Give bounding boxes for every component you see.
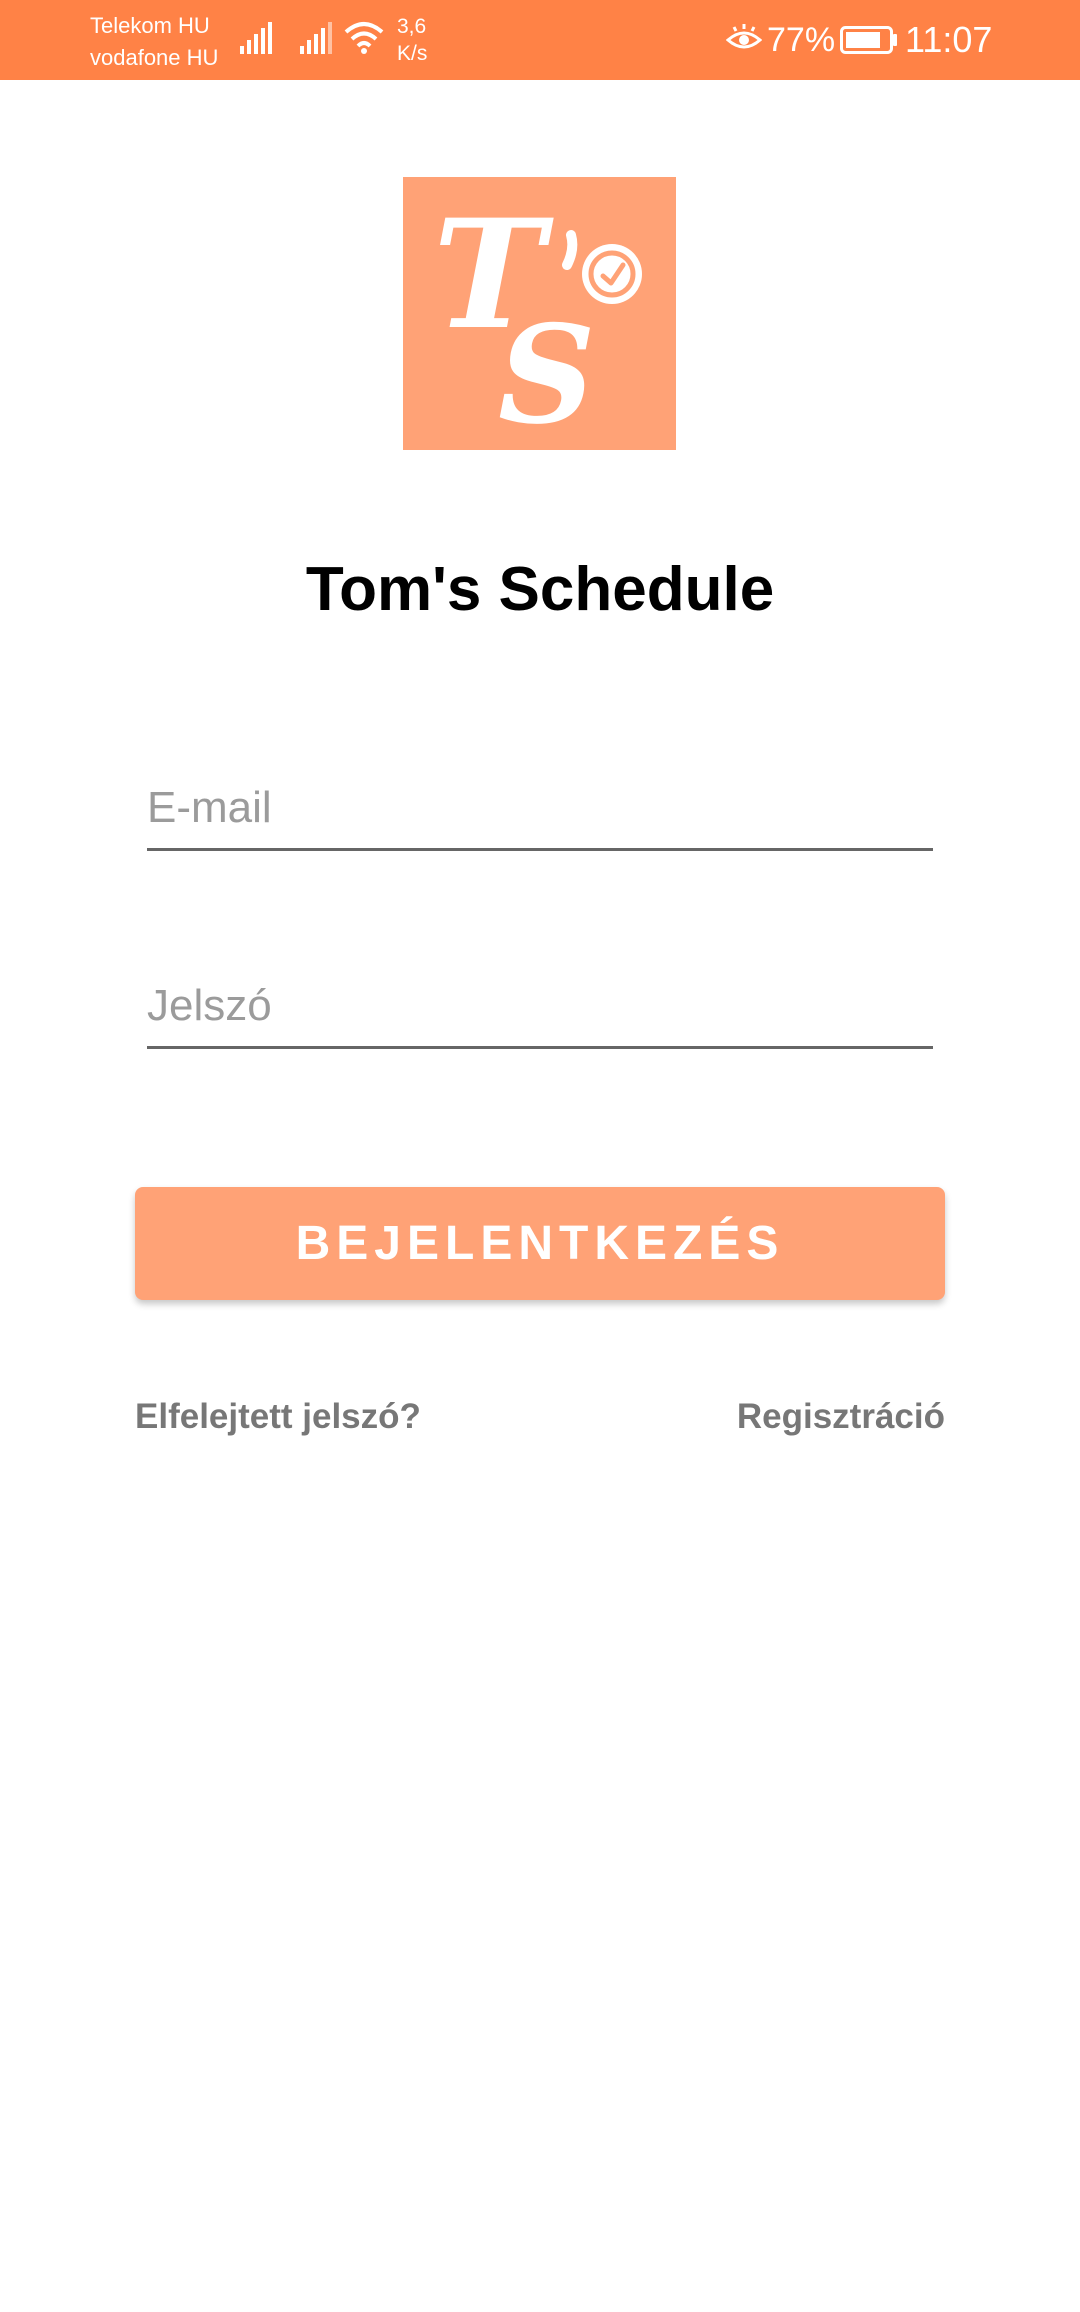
email-field[interactable] (147, 768, 933, 851)
password-field[interactable] (147, 966, 933, 1049)
battery-percent: 77% (767, 21, 836, 59)
logo-letter-s: S (498, 295, 596, 450)
login-screen: Telekom HU vodafone HU 3,6 K/s 77% 11:07… (0, 0, 1080, 2312)
app-logo: T S (403, 177, 676, 454)
app-title: Tom's Schedule (305, 555, 775, 624)
forgot-password-link[interactable]: Elfelejtett jelszó? (135, 1395, 421, 1439)
email-input[interactable] (147, 768, 933, 848)
clock-icon (582, 244, 642, 304)
login-button[interactable]: BEJELENTKEZÉS (135, 1187, 945, 1300)
register-link[interactable]: Regisztráció (737, 1395, 945, 1439)
battery-icon (840, 26, 897, 54)
wifi-icon (344, 22, 384, 54)
eye-comfort-icon (726, 24, 762, 49)
speed-value: 3,6 (397, 15, 427, 38)
app-logo-graphic: T S (433, 187, 642, 454)
clock: 11:07 (905, 19, 993, 60)
speed-unit: K/s (397, 42, 428, 65)
carrier-1: Telekom HU (90, 13, 210, 38)
signal-icon (240, 22, 272, 54)
carrier-names: Telekom HU vodafone HU (90, 10, 218, 74)
network-speed: 3,6 K/s (397, 13, 427, 67)
carrier-2: vodafone HU (90, 45, 219, 70)
status-bar: Telekom HU vodafone HU 3,6 K/s 77% 11:07 (0, 0, 1080, 80)
signal-icon (300, 22, 332, 54)
password-input[interactable] (147, 966, 933, 1046)
